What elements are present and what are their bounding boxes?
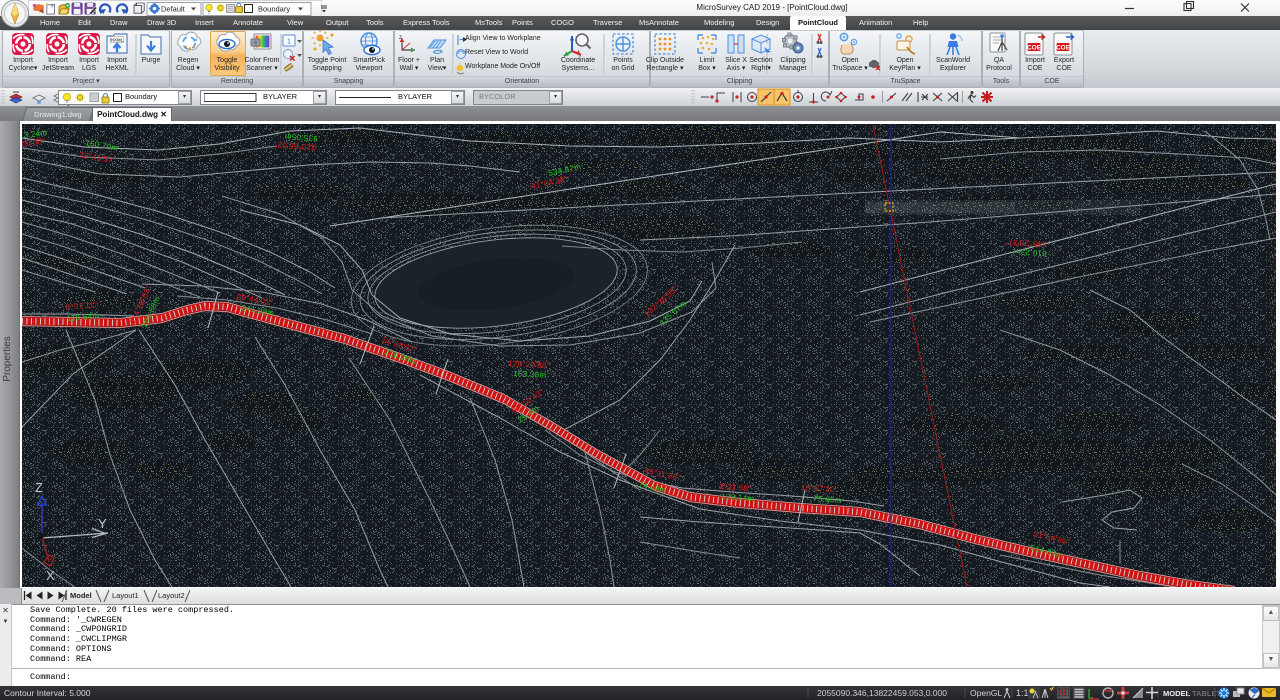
- svg-text:Z: Z: [35, 480, 43, 495]
- svg-text:1:1: 1:1: [1016, 688, 1029, 698]
- svg-text:HXML: HXML: [110, 38, 123, 43]
- svg-text:Default: Default: [161, 5, 186, 14]
- svg-text:1: 1: [287, 37, 291, 46]
- svg-text:Y: Y: [98, 516, 107, 531]
- svg-text:Boundary: Boundary: [258, 5, 290, 14]
- svg-text:163.38m: 163.38m: [513, 369, 547, 380]
- svg-text:X: X: [46, 568, 55, 583]
